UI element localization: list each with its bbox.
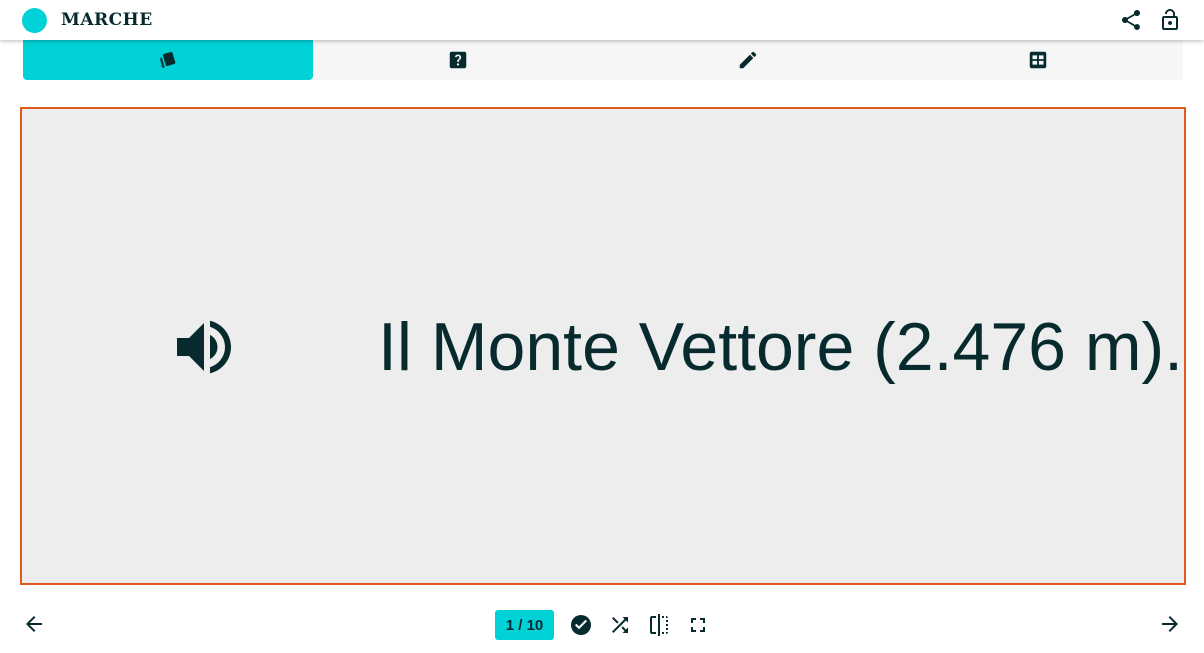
arrow-left-icon[interactable]	[22, 612, 46, 636]
tab-write[interactable]	[603, 40, 893, 80]
top-bar: MARCHE	[0, 0, 1204, 40]
fullscreen-icon[interactable]	[686, 613, 710, 637]
card-text: Il Monte Vettore (2.476 m).	[378, 309, 1184, 385]
card-counter: 1 / 10	[495, 610, 554, 640]
speaker-icon[interactable]	[168, 311, 240, 383]
lock-open-icon[interactable]	[1158, 8, 1182, 32]
flip-icon[interactable]	[647, 613, 671, 637]
pencil-icon	[739, 51, 757, 69]
shuffle-icon[interactable]	[608, 613, 632, 637]
flashcards-icon	[160, 51, 176, 68]
tab-flashcards[interactable]	[23, 40, 313, 80]
app-title: MARCHE	[61, 10, 153, 30]
check-icon[interactable]	[569, 613, 593, 637]
bottom-bar: 1 / 10	[0, 600, 1204, 653]
question-icon	[449, 51, 467, 69]
arrow-right-icon[interactable]	[1158, 612, 1182, 636]
mode-tabs	[23, 40, 1183, 80]
tab-quiz[interactable]	[313, 40, 603, 80]
tab-match[interactable]	[893, 40, 1183, 80]
grid-icon	[1029, 51, 1047, 69]
brand-logo	[22, 8, 47, 33]
share-icon[interactable]	[1119, 8, 1143, 32]
flashcard[interactable]: Il Monte Vettore (2.476 m).	[20, 107, 1186, 585]
